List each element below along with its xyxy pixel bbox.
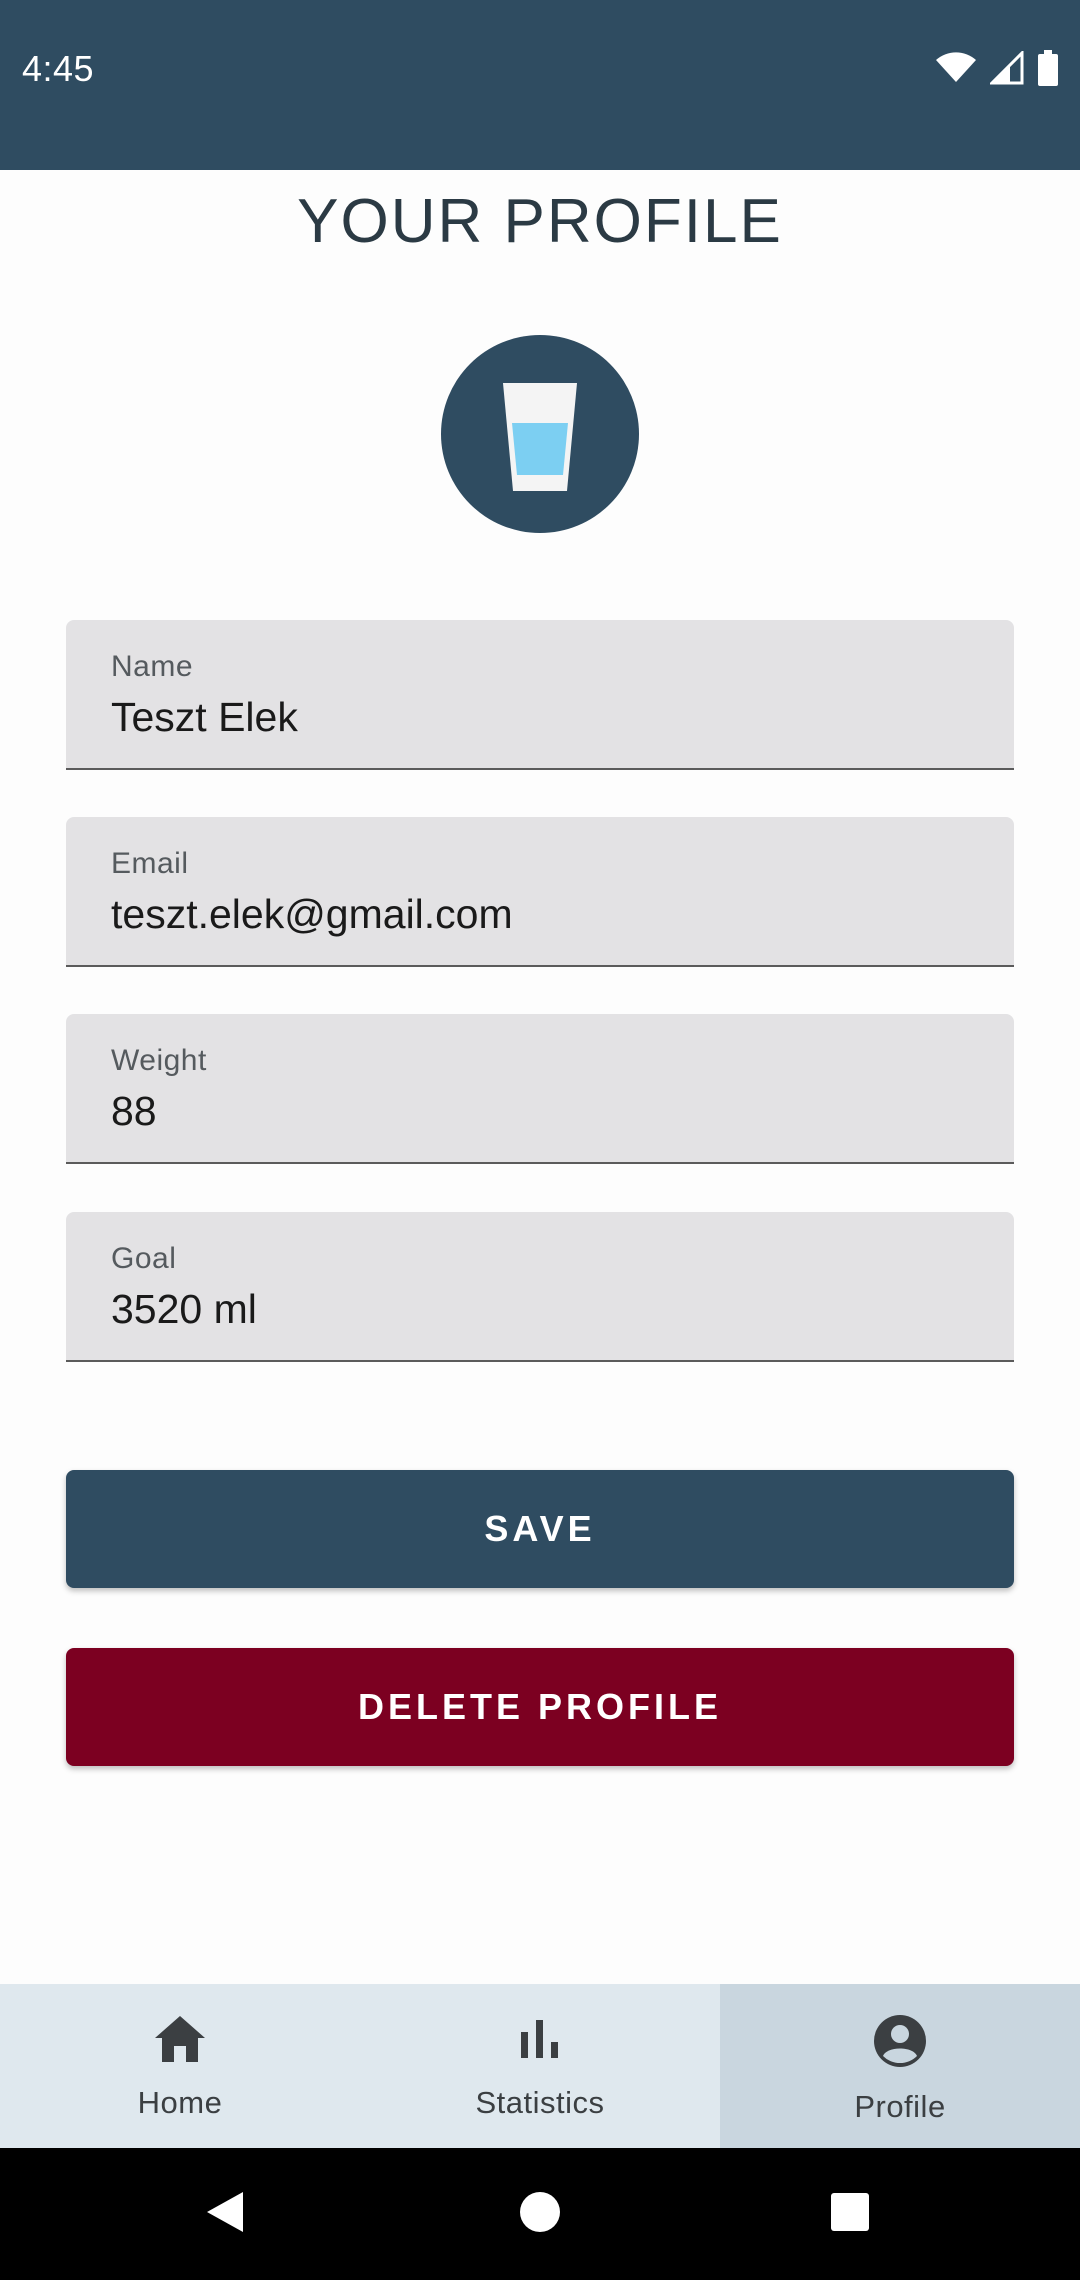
weight-label: Weight: [111, 1044, 207, 1077]
page-title: YOUR PROFILE: [297, 187, 783, 256]
status-icons: [936, 49, 1058, 91]
back-icon[interactable]: [205, 2190, 245, 2239]
goal-input[interactable]: [111, 1286, 971, 1333]
wifi-icon: [936, 52, 976, 89]
email-label: Email: [111, 847, 189, 880]
name-field[interactable]: Name: [66, 620, 1014, 770]
weight-field[interactable]: Weight: [66, 1014, 1014, 1164]
bottom-navigation: Home Statistics Profile: [0, 1984, 1080, 2148]
status-bar: 4:45: [0, 0, 1080, 170]
home-circle-icon[interactable]: [519, 2190, 561, 2239]
save-button[interactable]: SAVE: [66, 1470, 1014, 1588]
goal-label: Goal: [111, 1242, 177, 1275]
water-glass-icon: [503, 383, 577, 491]
email-field[interactable]: Email: [66, 817, 1014, 967]
battery-icon: [1038, 50, 1058, 91]
weight-input[interactable]: [111, 1088, 971, 1135]
name-input[interactable]: [111, 694, 971, 741]
recents-icon[interactable]: [829, 2190, 871, 2239]
nav-label-statistics: Statistics: [475, 2085, 605, 2120]
status-time: 4:45: [22, 48, 95, 89]
account-circle-icon: [873, 2014, 927, 2073]
home-icon: [153, 2014, 207, 2069]
profile-avatar: [441, 335, 639, 533]
goal-field[interactable]: Goal: [66, 1212, 1014, 1362]
nav-item-home[interactable]: Home: [0, 1984, 360, 2148]
delete-profile-button[interactable]: DELETE PROFILE: [66, 1648, 1014, 1766]
email-input[interactable]: [111, 891, 971, 938]
system-navigation-bar: [0, 2148, 1080, 2280]
bar-chart-icon: [513, 2014, 567, 2069]
name-label: Name: [111, 650, 194, 683]
nav-label-home: Home: [137, 2085, 223, 2120]
nav-label-profile: Profile: [854, 2089, 946, 2124]
signal-icon: [988, 49, 1024, 90]
nav-item-statistics[interactable]: Statistics: [360, 1984, 720, 2148]
nav-item-profile[interactable]: Profile: [720, 1984, 1080, 2148]
